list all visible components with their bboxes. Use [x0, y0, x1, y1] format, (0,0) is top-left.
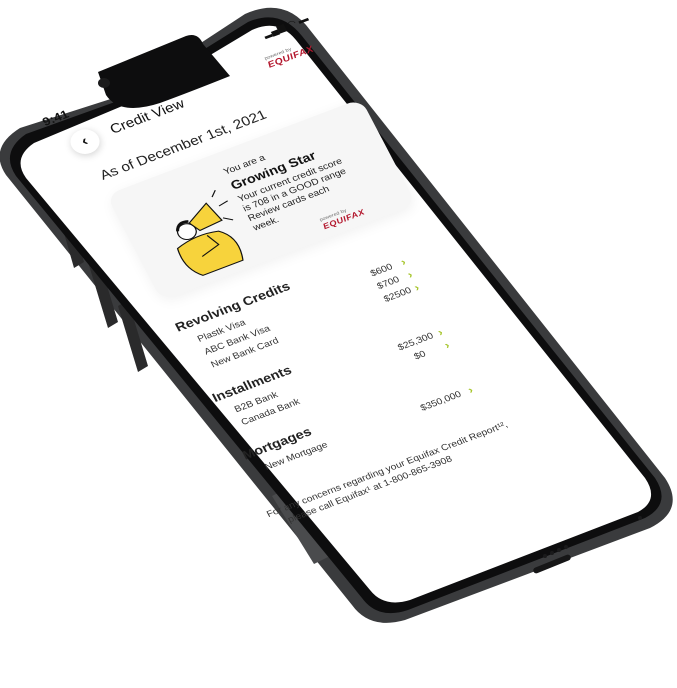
item-amount: $25,300 — [396, 331, 436, 353]
back-button[interactable]: ‹ — [65, 125, 105, 158]
header-title: Credit View — [107, 96, 188, 138]
chevron-right-icon[interactable]: › — [412, 281, 422, 294]
item-amount: $350,000 — [418, 389, 464, 414]
equifax-logo: powered by EQUIFAX — [263, 44, 316, 71]
chevron-right-icon[interactable]: › — [435, 326, 445, 339]
item-amount: $0 — [412, 349, 428, 363]
chevron-right-icon[interactable]: › — [466, 384, 476, 397]
camera-icon — [98, 78, 110, 88]
chevron-right-icon[interactable]: › — [442, 339, 452, 352]
footer-line-2: please call Equifax¹ at 1-800-865-3908 — [286, 454, 455, 526]
chevron-right-icon[interactable]: › — [398, 256, 408, 269]
chevron-right-icon[interactable]: › — [405, 268, 415, 281]
